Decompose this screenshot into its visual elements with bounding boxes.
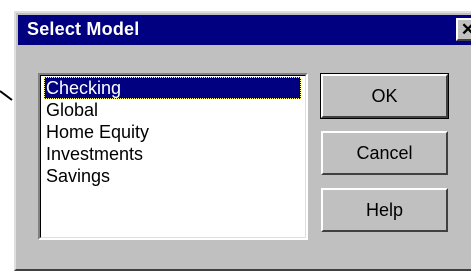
select-model-dialog: Select Model ✕ Checking Global Home Equi… xyxy=(14,11,471,271)
close-button[interactable]: ✕ xyxy=(456,18,471,41)
model-list-item[interactable]: Home Equity xyxy=(44,121,301,143)
title-bar[interactable]: Select Model ✕ xyxy=(18,15,471,45)
model-list-item[interactable]: Savings xyxy=(44,165,301,187)
help-button[interactable]: Help xyxy=(321,188,448,232)
model-listbox[interactable]: Checking Global Home Equity Investments … xyxy=(38,73,308,240)
cancel-button[interactable]: Cancel xyxy=(321,131,448,175)
dialog-title: Select Model xyxy=(27,19,140,39)
model-list-item[interactable]: Global xyxy=(44,99,301,121)
close-icon: ✕ xyxy=(460,19,471,39)
model-list-item[interactable]: Checking xyxy=(44,77,301,99)
ok-button[interactable]: OK xyxy=(320,73,449,119)
model-list-item[interactable]: Investments xyxy=(44,143,301,165)
